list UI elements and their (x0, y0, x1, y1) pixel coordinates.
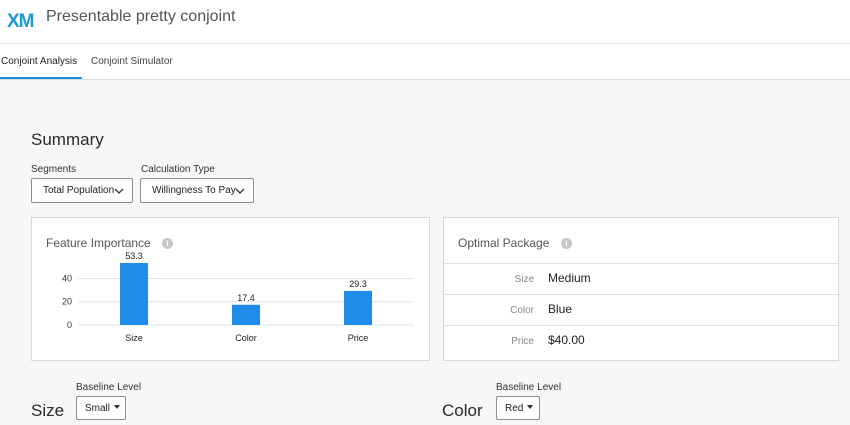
package-value: Blue (548, 302, 573, 316)
package-row-color: Color Blue (444, 294, 838, 325)
bar (120, 262, 148, 325)
bar (232, 304, 260, 325)
package-value: $40.00 (548, 333, 585, 347)
logo-text: XM (7, 11, 34, 31)
segments-label: Segments (31, 164, 77, 175)
segments-value: Total Population (43, 185, 115, 196)
size-baseline-label: Baseline Level (76, 382, 142, 393)
bar-data-label: 29.3 (349, 279, 367, 289)
y-tick-label: 20 (62, 297, 72, 307)
bar (344, 290, 372, 325)
segments-dropdown[interactable]: Total Population (31, 178, 133, 203)
color-baseline-label: Baseline Level (496, 382, 562, 393)
package-label: Size (514, 274, 534, 285)
tab-conjoint-simulator[interactable]: Conjoint Simulator (91, 56, 173, 67)
chevron-down-icon (114, 188, 124, 194)
xm-logo: XM (7, 11, 35, 31)
color-baseline-value: Red (505, 403, 524, 414)
optimal-package-title: Optimal Package (458, 236, 550, 250)
calculation-type-value: Willingness To Pay (152, 185, 236, 196)
y-tick-label: 0 (67, 320, 72, 330)
package-row-price: Price $40.00 (444, 325, 838, 356)
package-value: Medium (548, 271, 591, 285)
calculation-type-label: Calculation Type (141, 164, 215, 175)
package-row-size: Size Medium (444, 263, 838, 294)
caret-down-icon (114, 405, 121, 409)
calculation-type-dropdown[interactable]: Willingness To Pay (140, 178, 254, 203)
color-baseline-dropdown[interactable]: Red (496, 396, 540, 420)
color-section-title: Color (442, 401, 483, 420)
chevron-down-icon (235, 188, 245, 194)
tab-conjoint-analysis[interactable]: Conjoint Analysis (1, 56, 77, 67)
size-section-title: Size (31, 401, 65, 420)
summary-heading: Summary (31, 130, 104, 149)
app-title: Presentable pretty conjoint (46, 8, 236, 25)
tab-bar: Conjoint Analysis Conjoint Simulator (0, 44, 850, 80)
info-icon[interactable]: i (561, 238, 572, 249)
package-label: Price (511, 336, 534, 347)
y-tick-label: 40 (62, 273, 72, 283)
top-bar: XM Presentable pretty conjoint (0, 0, 850, 44)
x-tick-label: Price (348, 333, 369, 343)
size-baseline-dropdown[interactable]: Small (76, 396, 126, 420)
caret-down-icon (527, 405, 534, 409)
active-tab-indicator (0, 77, 82, 79)
x-tick-label: Color (235, 333, 257, 343)
feature-importance-chart: 0 20 40 53.3 Size 17.4 Color 29.3 Price (62, 251, 414, 343)
feature-importance-card: Feature Importance i 0 20 40 53.3 Size 17.4 Co… (31, 217, 430, 361)
size-baseline-value: Small (85, 403, 111, 414)
optimal-package-card: Optimal Package i Size Medium Color Blue… (443, 217, 839, 361)
x-tick-label: Size (125, 333, 143, 343)
bar-data-label: 53.3 (125, 251, 143, 261)
package-label: Color (510, 305, 534, 316)
bar-data-label: 17.4 (237, 293, 255, 303)
